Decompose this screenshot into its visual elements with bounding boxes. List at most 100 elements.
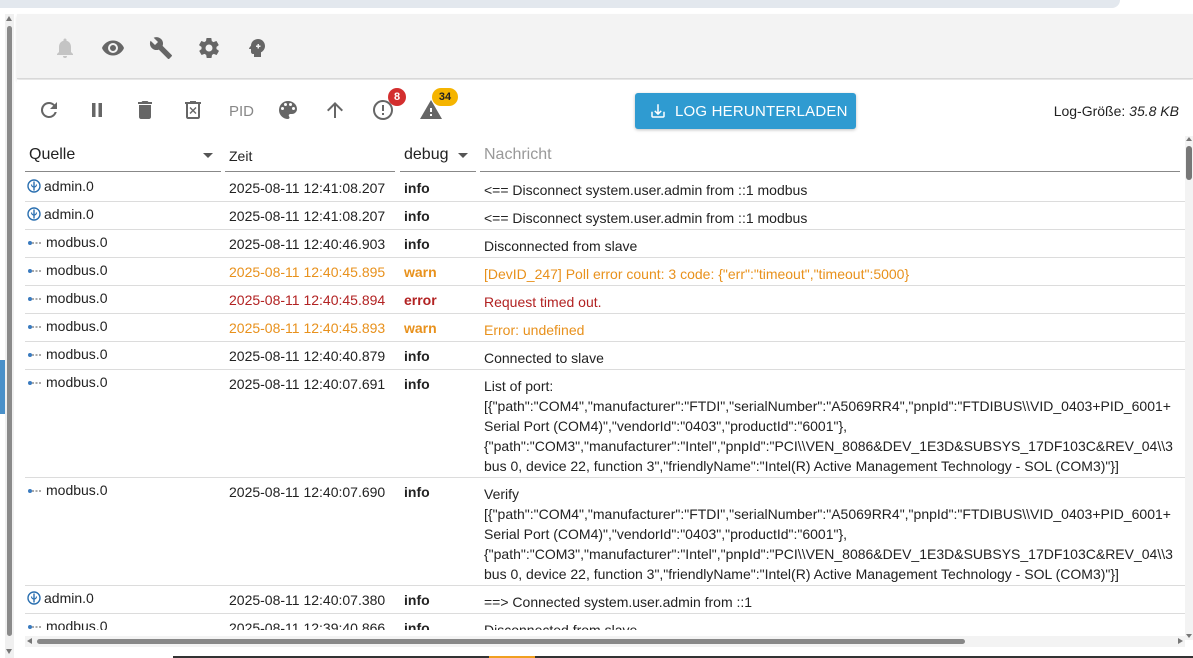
log-row: modbus.0 2025-08-11 12:40:07.690 info Verif… xyxy=(25,478,1185,586)
log-severity: info xyxy=(404,348,430,364)
log-message: Request timed out. xyxy=(484,292,1184,312)
download-log-button[interactable]: LOG HERUNTERLADEN xyxy=(635,93,856,129)
chevron-down-icon xyxy=(203,153,213,158)
log-size-label: Log-Größe: xyxy=(1053,103,1126,119)
clear-log-icon[interactable] xyxy=(181,98,205,122)
log-row: modbus.0 2025-08-11 12:40:45.895 warn [DevI… xyxy=(25,258,1185,286)
eye-icon[interactable] xyxy=(101,36,125,60)
scroll-up-arrow-icon[interactable] xyxy=(1186,137,1192,141)
log-row: modbus.0 2025-08-11 12:40:07.691 info List … xyxy=(25,370,1185,478)
log-source-label: modbus.0 xyxy=(46,234,108,250)
log-message-line: Disconnected from slave xyxy=(484,238,638,254)
log-message: [DevID_247] Poll error count: 3 code: {"… xyxy=(484,264,1184,284)
log-message-line: Request timed out. xyxy=(484,294,602,310)
log-time: 2025-08-11 12:40:45.893 xyxy=(229,320,386,336)
delete-icon[interactable] xyxy=(133,98,157,122)
log-size-value: 35.8 KB xyxy=(1129,103,1179,119)
log-severity: warn xyxy=(404,264,437,280)
time-header: Zeit xyxy=(225,140,395,172)
log-source: admin.0 xyxy=(27,590,217,608)
scroll-right-arrow-icon[interactable] xyxy=(1178,638,1183,644)
pid-toggle[interactable]: PID xyxy=(229,103,254,120)
log-severity: warn xyxy=(404,320,437,336)
modbus-adapter-icon xyxy=(27,263,43,279)
page-scrollbar[interactable] xyxy=(5,14,14,658)
modbus-adapter-icon xyxy=(27,291,43,307)
chevron-down-icon xyxy=(458,153,468,158)
log-severity: info xyxy=(404,592,430,608)
bell-icon[interactable] xyxy=(53,36,77,60)
log-severity: info xyxy=(404,620,430,630)
log-message-line: Serial Port (COM4)","vendorId":"0403","p… xyxy=(484,418,848,434)
log-horizontal-scrollbar[interactable] xyxy=(25,636,1185,647)
palette-icon[interactable] xyxy=(276,98,300,122)
log-message-line: Connected to slave xyxy=(484,350,604,366)
warning-count-badge: 34 xyxy=(432,88,458,106)
log-row: modbus.0 2025-08-11 12:39:40.866 info Disco… xyxy=(25,614,1185,630)
log-table-body: admin.0 2025-08-11 12:41:08.207 info <== Di… xyxy=(25,174,1185,630)
page-scrollbar-thumb[interactable] xyxy=(7,26,12,636)
log-message-line: bus 0, device 22, function 3","friendlyN… xyxy=(484,458,1119,474)
log-row: modbus.0 2025-08-11 12:40:40.879 info Conne… xyxy=(25,342,1185,370)
admin-adapter-icon xyxy=(27,179,41,196)
gear-icon[interactable] xyxy=(197,36,221,60)
log-message: Disconnected from slave xyxy=(484,620,1184,630)
modbus-adapter-icon xyxy=(27,619,43,630)
log-message-line: {"path":"COM3","manufacturer":"Intel","p… xyxy=(484,546,1173,562)
log-message: Disconnected from slave xyxy=(484,236,1184,256)
log-message-line: [DevID_247] Poll error count: 3 code: {"… xyxy=(484,266,910,282)
modbus-adapter-icon xyxy=(27,235,43,251)
scroll-up-arrow-icon[interactable] xyxy=(6,16,12,21)
log-source-label: modbus.0 xyxy=(46,346,108,362)
pause-icon[interactable] xyxy=(85,98,109,122)
log-message-line: [{"path":"COM4","manufacturer":"FTDI","s… xyxy=(484,506,1171,522)
log-message-line: Serial Port (COM4)","vendorId":"0403","p… xyxy=(484,526,848,542)
severity-header-label: debug xyxy=(404,146,449,163)
log-severity: info xyxy=(404,208,430,224)
log-vertical-scrollbar-thumb[interactable] xyxy=(1186,146,1192,180)
log-time: 2025-08-11 12:41:08.207 xyxy=(229,208,386,224)
log-horizontal-scrollbar-thumb[interactable] xyxy=(37,639,965,644)
log-vertical-scrollbar[interactable] xyxy=(1185,136,1193,640)
log-message: Error: undefined xyxy=(484,320,1184,340)
log-message-line: <== Disconnect system.user.admin from ::… xyxy=(484,182,808,198)
source-header-label: Quelle xyxy=(29,146,76,163)
head-icon[interactable] xyxy=(245,36,269,60)
message-filter-input[interactable]: Nachricht xyxy=(480,140,1180,172)
log-message: <== Disconnect system.user.admin from ::… xyxy=(484,208,1184,228)
log-message: ==> Connected system.user.admin from ::1 xyxy=(484,592,1184,612)
log-time: 2025-08-11 12:40:45.894 xyxy=(229,292,386,308)
download-icon xyxy=(651,104,665,118)
log-source: modbus.0 xyxy=(27,290,217,307)
log-severity: info xyxy=(404,236,430,252)
log-severity: info xyxy=(404,376,430,392)
scroll-down-arrow-icon[interactable] xyxy=(6,649,12,654)
side-accent-tab[interactable] xyxy=(0,360,5,414)
address-bar-edge xyxy=(0,0,1120,8)
download-log-label: LOG HERUNTERLADEN xyxy=(675,103,848,120)
scroll-left-arrow-icon[interactable] xyxy=(27,638,32,644)
modbus-adapter-icon xyxy=(27,319,43,335)
log-source: admin.0 xyxy=(27,206,217,224)
arrow-up-icon[interactable] xyxy=(323,98,347,122)
log-source-label: modbus.0 xyxy=(46,262,108,278)
source-filter-select[interactable]: Quelle xyxy=(25,140,221,172)
log-time: 2025-08-11 12:40:07.690 xyxy=(229,484,386,500)
log-time: 2025-08-11 12:40:07.691 xyxy=(229,376,386,392)
refresh-icon[interactable] xyxy=(37,98,61,122)
log-severity: error xyxy=(404,292,437,308)
log-severity: info xyxy=(404,484,430,500)
log-message: Verify [{"path":"COM4","manufacturer":"FT… xyxy=(484,484,1184,584)
admin-adapter-icon xyxy=(27,591,41,608)
modbus-adapter-icon xyxy=(27,483,43,499)
log-message-line: {"path":"COM3","manufacturer":"Intel","p… xyxy=(484,438,1173,454)
scroll-down-arrow-icon[interactable] xyxy=(1186,634,1192,638)
log-message-line: Disconnected from slave xyxy=(484,622,638,630)
log-message-line: bus 0, device 22, function 3","friendlyN… xyxy=(484,566,1119,582)
log-row: admin.0 2025-08-11 12:41:08.207 info <== Di… xyxy=(25,202,1185,230)
wrench-icon[interactable] xyxy=(149,36,173,60)
severity-filter-select[interactable]: debug xyxy=(400,140,476,172)
log-source: modbus.0 xyxy=(27,234,217,251)
log-source-label: admin.0 xyxy=(44,206,94,222)
log-message-line: Error: undefined xyxy=(484,322,585,338)
